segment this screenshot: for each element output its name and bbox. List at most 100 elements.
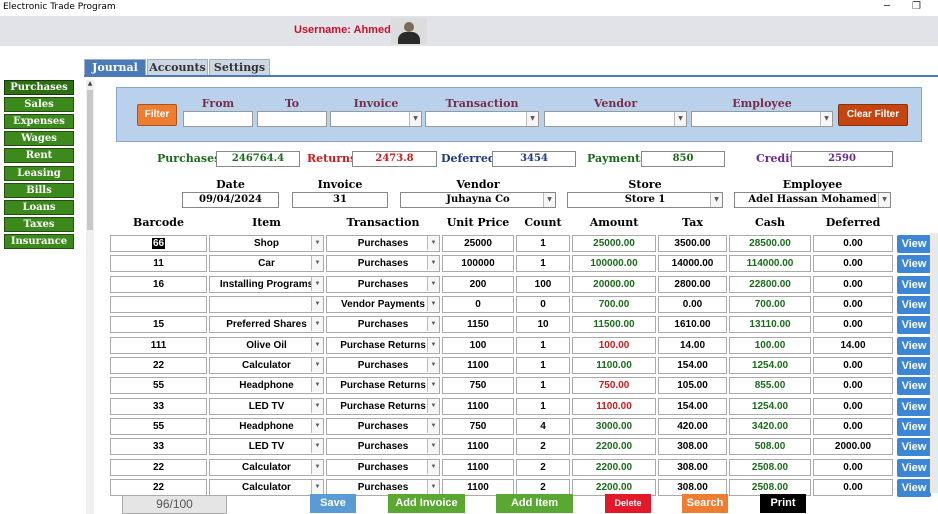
cell-cash[interactable]: 2508.00 xyxy=(729,459,811,476)
chevron-down-icon[interactable]: ▼ xyxy=(311,277,323,291)
cell-tax[interactable]: 105.00 xyxy=(658,377,727,394)
cell-count[interactable]: 1 xyxy=(516,357,570,374)
cell-unit-price[interactable]: 1150 xyxy=(442,316,514,333)
tab-settings[interactable]: Settings xyxy=(209,59,270,75)
minimize-icon[interactable]: ─ xyxy=(884,1,890,12)
cell-cash[interactable]: 22800.00 xyxy=(729,276,811,293)
cell-unit-price[interactable]: 200 xyxy=(442,276,514,293)
cell-item[interactable]: Installing Programs ▼ xyxy=(209,276,324,293)
cell-transaction[interactable]: Vendor Payments ▼ xyxy=(326,296,440,313)
view-button[interactable]: View xyxy=(897,337,931,355)
cell-transaction[interactable]: Purchase Returns ▼ xyxy=(326,398,440,415)
cell-item[interactable]: Calculator ▼ xyxy=(209,459,324,476)
chevron-down-icon[interactable]: ▼ xyxy=(710,193,722,207)
cell-item[interactable]: Headphone ▼ xyxy=(209,418,324,435)
cell-amount[interactable]: 20000.00 xyxy=(572,276,656,293)
view-button[interactable]: View xyxy=(897,276,931,294)
cell-tax[interactable]: 1610.00 xyxy=(658,316,727,333)
chevron-down-icon[interactable]: ▼ xyxy=(427,480,439,494)
cell-unit-price[interactable]: 100000 xyxy=(442,255,514,272)
cell-barcode[interactable]: 22 xyxy=(110,357,207,374)
cell-unit-price[interactable]: 1100 xyxy=(442,357,514,374)
cell-amount[interactable]: 1100.00 xyxy=(572,398,656,415)
cell-count[interactable]: 100 xyxy=(516,276,570,293)
chevron-down-icon[interactable]: ▼ xyxy=(427,460,439,474)
cell-unit-price[interactable]: 1100 xyxy=(442,459,514,476)
cell-item[interactable]: LED TV ▼ xyxy=(209,438,324,455)
cell-deferred[interactable]: 0.00 xyxy=(813,276,893,293)
cell-tax[interactable]: 154.00 xyxy=(658,357,727,374)
cell-barcode[interactable]: 55 xyxy=(110,377,207,394)
cell-transaction[interactable]: Purchases ▼ xyxy=(326,316,440,333)
cell-count[interactable]: 10 xyxy=(516,316,570,333)
cell-count[interactable]: 1 xyxy=(516,235,570,252)
cell-cash[interactable]: 508.00 xyxy=(729,438,811,455)
cell-transaction[interactable]: Purchases ▼ xyxy=(326,459,440,476)
cell-tax[interactable]: 0.00 xyxy=(658,296,727,313)
invoice-field[interactable]: 31 xyxy=(292,192,388,208)
cell-transaction[interactable]: Purchases ▼ xyxy=(326,438,440,455)
view-button[interactable]: View xyxy=(897,398,931,416)
cell-count[interactable]: 1 xyxy=(516,377,570,394)
save-button[interactable]: Save xyxy=(310,494,356,513)
cell-item[interactable]: Preferred Shares ▼ xyxy=(209,316,324,333)
cell-transaction[interactable]: Purchases ▼ xyxy=(326,255,440,272)
cell-cash[interactable]: 114000.00 xyxy=(729,255,811,272)
cell-deferred[interactable]: 0.00 xyxy=(813,418,893,435)
cell-count[interactable]: 1 xyxy=(516,398,570,415)
cell-transaction[interactable]: Purchases ▼ xyxy=(326,276,440,293)
cell-barcode[interactable]: 66 xyxy=(110,235,207,252)
print-button[interactable]: Print xyxy=(760,494,806,513)
view-button[interactable]: View xyxy=(897,316,931,334)
to-input[interactable] xyxy=(257,111,327,127)
tab-accounts[interactable]: Accounts xyxy=(147,59,208,75)
chevron-down-icon[interactable]: ▼ xyxy=(427,419,439,433)
cell-cash[interactable]: 100.00 xyxy=(729,337,811,354)
view-button[interactable]: View xyxy=(897,438,931,456)
table-scrollbar[interactable] xyxy=(930,233,938,493)
cell-item[interactable]: LED TV ▼ xyxy=(209,398,324,415)
cell-deferred[interactable]: 0.00 xyxy=(813,235,893,252)
chevron-down-icon[interactable]: ▼ xyxy=(427,256,439,270)
cell-unit-price[interactable]: 750 xyxy=(442,418,514,435)
cell-barcode[interactable]: 33 xyxy=(110,398,207,415)
sidebar-item-wages[interactable]: Wages xyxy=(4,131,74,146)
cell-deferred[interactable]: 0.00 xyxy=(813,255,893,272)
chevron-down-icon[interactable]: ▼ xyxy=(311,236,323,250)
cell-deferred[interactable]: 0.00 xyxy=(813,377,893,394)
cell-amount[interactable]: 100.00 xyxy=(572,337,656,354)
sidebar-item-leasing[interactable]: Leasing xyxy=(4,166,74,181)
cell-tax[interactable]: 308.00 xyxy=(658,459,727,476)
chevron-down-icon[interactable]: ▼ xyxy=(526,112,538,126)
delete-button[interactable]: Delete xyxy=(605,494,651,513)
from-input[interactable] xyxy=(183,111,253,127)
cell-item[interactable]: Shop ▼ xyxy=(209,235,324,252)
chevron-down-icon[interactable]: ▼ xyxy=(311,358,323,372)
main-scrollbar[interactable]: ▲ xyxy=(86,80,94,514)
search-button[interactable]: Search xyxy=(682,494,728,513)
chevron-down-icon[interactable]: ▼ xyxy=(543,193,555,207)
cell-barcode[interactable]: 22 xyxy=(110,479,207,496)
cell-tax[interactable]: 420.00 xyxy=(658,418,727,435)
clear-filter-button[interactable]: Clear Filter xyxy=(838,104,908,126)
sidebar-item-bills[interactable]: Bills xyxy=(4,183,74,198)
cell-unit-price[interactable]: 750 xyxy=(442,377,514,394)
cell-barcode[interactable]: 22 xyxy=(110,459,207,476)
restore-icon[interactable]: ❐ xyxy=(912,1,921,12)
cell-amount[interactable]: 3000.00 xyxy=(572,418,656,435)
chevron-down-icon[interactable]: ▼ xyxy=(311,297,323,311)
filter-button[interactable]: Filter xyxy=(137,104,177,126)
view-button[interactable]: View xyxy=(897,296,931,314)
chevron-down-icon[interactable]: ▼ xyxy=(311,399,323,413)
cell-barcode[interactable]: 33 xyxy=(110,438,207,455)
cell-item[interactable]: Calculator ▼ xyxy=(209,479,324,496)
add-invoice-button[interactable]: Add Invoice xyxy=(388,494,465,513)
cell-item[interactable]: Calculator ▼ xyxy=(209,357,324,374)
sidebar-item-insurance[interactable]: Insurance xyxy=(4,234,74,249)
cell-transaction[interactable]: Purchase Returns ▼ xyxy=(326,377,440,394)
chevron-down-icon[interactable]: ▼ xyxy=(311,460,323,474)
chevron-down-icon[interactable]: ▼ xyxy=(427,399,439,413)
cell-cash[interactable]: 1254.00 xyxy=(729,398,811,415)
cell-deferred[interactable]: 0.00 xyxy=(813,316,893,333)
cell-amount[interactable]: 1100.00 xyxy=(572,357,656,374)
